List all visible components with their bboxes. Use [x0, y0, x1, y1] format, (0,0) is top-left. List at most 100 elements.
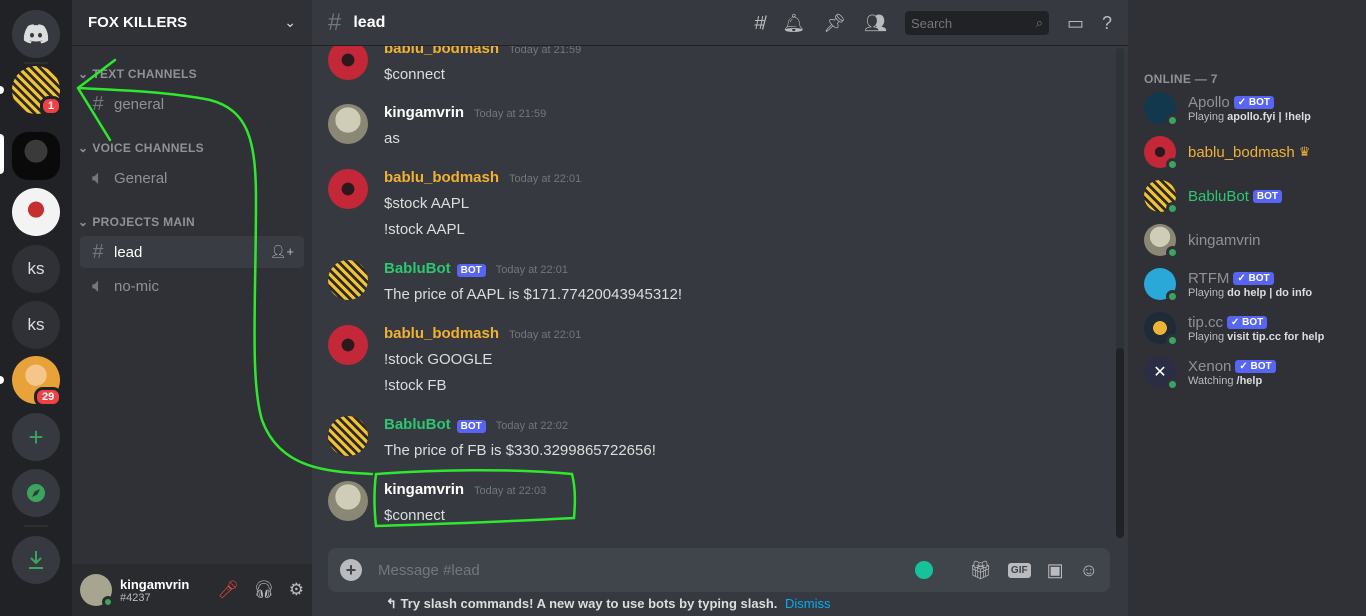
message-author[interactable]: bablu_bodmash: [384, 325, 499, 342]
member-item[interactable]: RTFM ✓ BOT Playing do help | do info: [1144, 262, 1354, 306]
message-input[interactable]: [378, 561, 916, 579]
bot-tag: BOT: [1252, 189, 1282, 203]
slash-commands-tip: ↰ Try slash commands! A new way to use b…: [386, 596, 831, 612]
avatar: [1144, 312, 1179, 347]
download-apps-icon[interactable]: [12, 536, 60, 584]
server-badge: 29: [34, 387, 63, 407]
bot-tag: BOT: [456, 264, 486, 277]
member-item[interactable]: BabluBot BOT: [1144, 174, 1354, 218]
voice-channel-no-mic[interactable]: 🔈︎ no-mic: [80, 270, 304, 302]
unread-pill: [0, 86, 4, 94]
channel-lead[interactable]: # lead 👤︎+: [80, 236, 304, 268]
message-author[interactable]: BabluBot: [384, 416, 451, 433]
active-pill: [0, 134, 4, 174]
member-name: Xenon: [1188, 357, 1232, 375]
avatar[interactable]: [328, 260, 368, 300]
search-icon: ⌕: [1035, 15, 1043, 30]
message-author[interactable]: kingamvrin: [384, 481, 464, 498]
category-label: TEXT CHANNELS: [92, 67, 197, 81]
gif-icon[interactable]: GIF: [1007, 562, 1031, 578]
timestamp: Today at 22:02: [495, 420, 568, 432]
server-ks-1[interactable]: ks: [12, 245, 60, 293]
category-voice-channels[interactable]: ⌄ VOICE CHANNELS: [78, 141, 204, 155]
hash-icon: #: [92, 240, 104, 263]
message-author[interactable]: BabluBot: [384, 260, 451, 277]
gear-icon[interactable]: ⚙: [289, 580, 304, 600]
avatar[interactable]: [328, 481, 368, 521]
voice-channel-general[interactable]: 🔈︎ General: [80, 162, 304, 194]
grammarly-icon[interactable]: [915, 561, 934, 579]
avatar[interactable]: [328, 46, 368, 80]
avatar[interactable]: [328, 416, 368, 456]
member-item[interactable]: ✕ Xenon ✓ BOT Watching /help: [1144, 350, 1354, 394]
server-anonymous[interactable]: [12, 132, 60, 180]
bot-tag: BOT: [456, 420, 486, 433]
bot-tag: ✓ BOT: [1235, 359, 1276, 373]
online-status-icon: [1166, 378, 1179, 391]
message: bablu_bodmash Today at 22:01 !stock GOOGL…: [328, 325, 1088, 399]
online-status-icon: [1166, 202, 1179, 215]
message-author[interactable]: bablu_bodmash: [384, 46, 499, 57]
bell-icon[interactable]: 🔔︎: [782, 13, 805, 34]
headphones-icon[interactable]: 🎧︎: [253, 580, 275, 600]
discord-home-icon[interactable]: [12, 10, 60, 58]
member-item[interactable]: kingamvrin: [1144, 218, 1354, 262]
member-item[interactable]: bablu_bodmash ♛: [1144, 130, 1354, 174]
avatar: ✕: [1144, 356, 1179, 391]
add-member-icon[interactable]: 👤︎+: [270, 244, 294, 260]
upload-plus-icon[interactable]: +: [340, 559, 362, 581]
avatar[interactable]: [80, 574, 114, 608]
member-item[interactable]: Apollo ✓ BOT Playing apollo.fyi | !help: [1144, 86, 1354, 130]
online-status-icon: [1166, 114, 1179, 127]
scrollbar-thumb[interactable]: [1116, 348, 1124, 538]
avatar[interactable]: [328, 104, 368, 144]
member-list-icon[interactable]: 👥︎: [864, 13, 887, 34]
server-ks-2[interactable]: ks: [12, 301, 60, 349]
gift-icon[interactable]: 🎁︎: [969, 560, 992, 581]
activity-prefix: Playing: [1188, 330, 1225, 343]
inbox-icon[interactable]: ▭: [1067, 13, 1084, 34]
search-placeholder: Search: [910, 15, 953, 31]
threads-icon[interactable]: #̸: [754, 13, 764, 34]
category-text-channels[interactable]: ⌄ TEXT CHANNELS: [78, 67, 197, 81]
bot-tag: ✓ BOT: [1227, 315, 1268, 329]
avatar[interactable]: [328, 325, 368, 365]
channel-label: general: [114, 95, 165, 113]
activity-prefix: Playing: [1188, 110, 1225, 123]
chevron-down-icon: ⌄: [284, 14, 296, 30]
avatar[interactable]: [328, 169, 368, 209]
message-text: as: [384, 130, 400, 147]
mute-mic-icon[interactable]: 🎤︎: [218, 580, 240, 600]
scrollbar[interactable]: [1116, 48, 1124, 538]
message: bablu_bodmash Today at 22:01 $stock AAPL …: [328, 169, 1088, 243]
add-server-icon[interactable]: +: [12, 413, 60, 461]
message-author[interactable]: bablu_bodmash: [384, 169, 499, 186]
message: kingamvrin Today at 21:59 as: [328, 104, 1088, 152]
explore-servers-icon[interactable]: [12, 469, 60, 517]
message: kingamvrin Today at 22:03 $connect: [328, 481, 1088, 529]
message: bablu_bodmash Today at 21:59 $connect: [328, 46, 1088, 88]
pin-icon[interactable]: 📌︎: [823, 13, 846, 34]
channel-general[interactable]: # general: [80, 88, 304, 120]
timestamp: Today at 22:01: [495, 264, 568, 276]
dismiss-link[interactable]: Dismiss: [785, 596, 831, 611]
chat-area: # lead #̸ 🔔︎ 📌︎ 👥︎ Search ⌕ ▭ ? bablu_bo…: [312, 0, 1128, 616]
sticker-icon[interactable]: ▣: [1047, 560, 1064, 581]
channel-sidebar: FOX KILLERS ⌄ ⌄ TEXT CHANNELS # general …: [72, 0, 312, 616]
message-text: $connect: [384, 507, 445, 524]
online-status-icon: [1166, 158, 1179, 171]
user-tag: #4237: [120, 591, 151, 604]
member-item[interactable]: tip.cc ✓ BOT Playing visit tip.cc for hel…: [1144, 306, 1354, 350]
emoji-icon[interactable]: ☺: [1080, 560, 1098, 581]
tip-arrow-icon: ↰: [386, 596, 397, 611]
activity: apollo.fyi | !help: [1227, 110, 1311, 123]
category-projects-main[interactable]: ⌄ PROJECTS MAIN: [78, 215, 195, 229]
guild-header[interactable]: FOX KILLERS ⌄: [72, 0, 312, 46]
chevron-down-icon: ⌄: [78, 67, 89, 81]
server-candy-shop[interactable]: [12, 188, 60, 236]
help-icon[interactable]: ?: [1102, 13, 1112, 34]
channel-label: no-mic: [114, 277, 160, 295]
message-author[interactable]: kingamvrin: [384, 104, 464, 121]
search-input[interactable]: Search ⌕: [904, 11, 1049, 35]
online-status-icon: [1166, 246, 1179, 259]
